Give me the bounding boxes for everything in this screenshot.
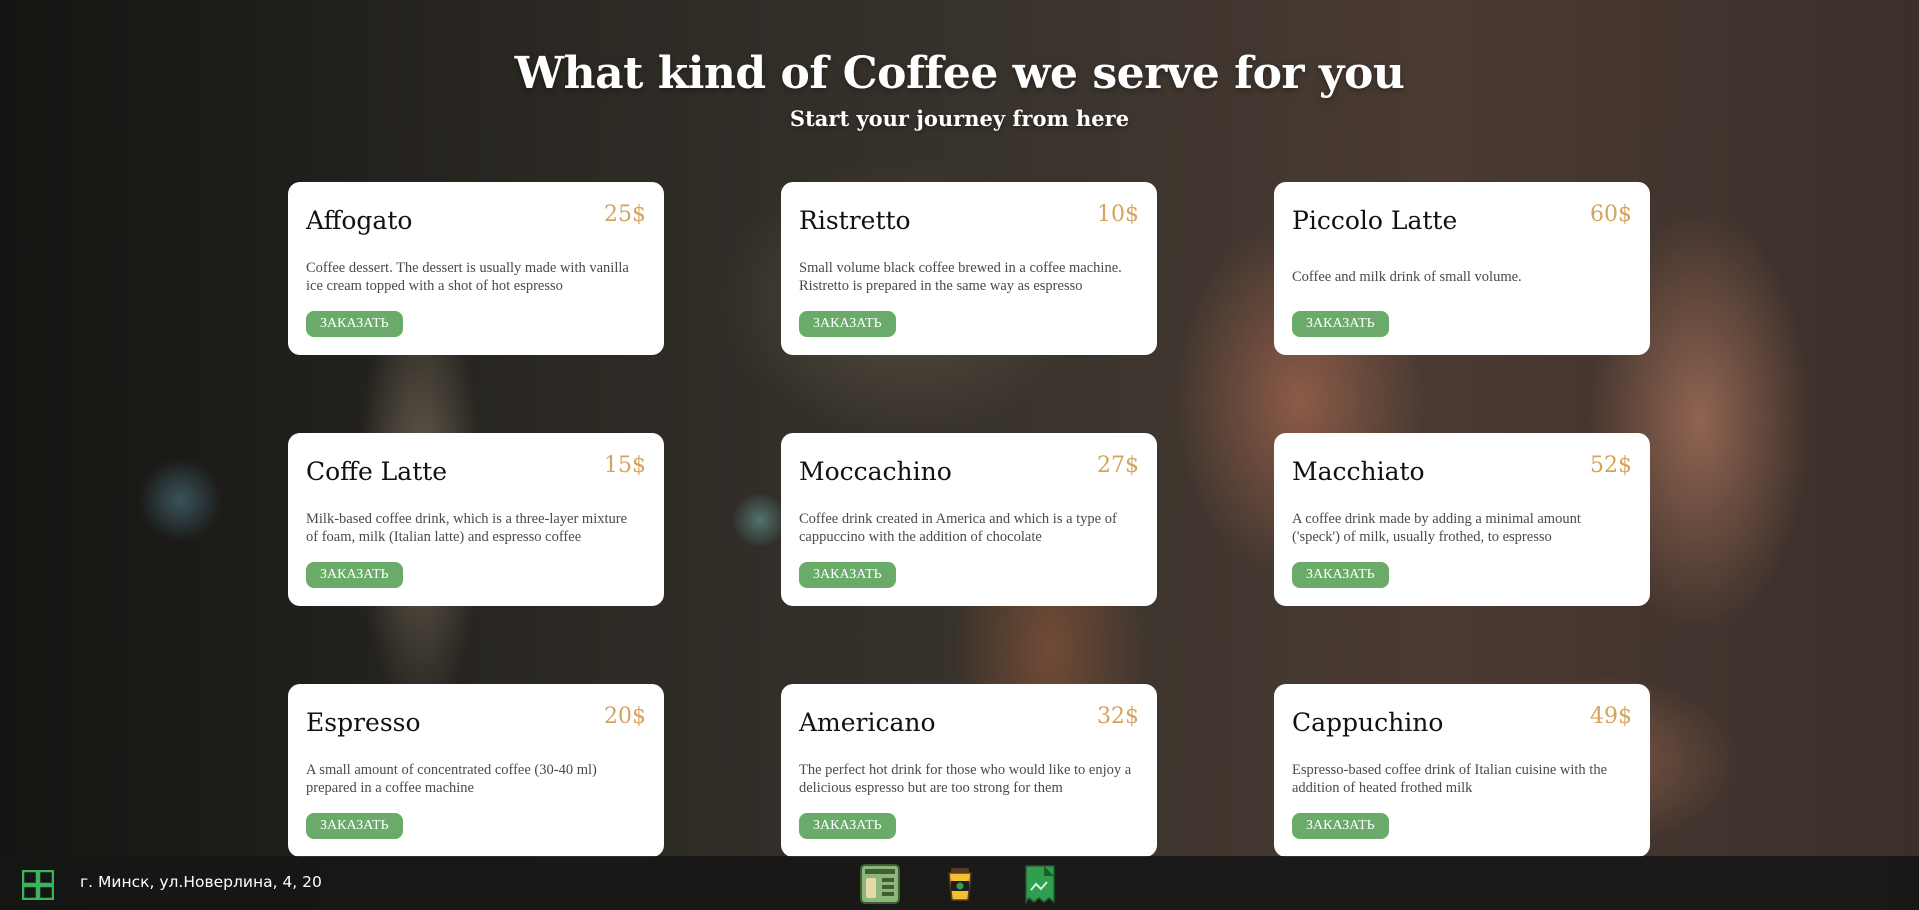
item-name: Americano (799, 708, 936, 737)
menu-card-piccolo-latte: Piccolo Latte 60$ Coffee and milk drink … (1274, 182, 1650, 355)
card-header: Ristretto 10$ (799, 202, 1139, 242)
menu-card-macchiato: Macchiato 52$ A coffee drink made by add… (1274, 433, 1650, 606)
item-price: 49$ (1590, 704, 1632, 729)
item-description: Coffee dessert. The dessert is usually m… (306, 259, 629, 294)
item-price: 27$ (1097, 453, 1139, 478)
item-description: Small volume black coffee brewed in a co… (799, 259, 1122, 294)
taskbar: г. Минск, ул.Новерлина, 4, 20 (0, 856, 1919, 910)
item-description: Coffee and milk drink of small volume. (1292, 268, 1522, 285)
item-description: Milk-based coffee drink, which is a thre… (306, 510, 628, 545)
item-price: 60$ (1590, 202, 1632, 227)
order-button[interactable]: ЗАКАЗАТЬ (306, 562, 403, 588)
order-button[interactable]: ЗАКАЗАТЬ (306, 311, 403, 337)
item-name: Affogato (306, 206, 413, 235)
menu-grid: Affogato 25$ Coffee dessert. The dessert… (288, 182, 1650, 857)
menu-card-americano: Americano 32$ The perfect hot drink for … (781, 684, 1157, 857)
item-price: 10$ (1097, 202, 1139, 227)
card-header: Cappuchino 49$ (1292, 704, 1632, 744)
item-price: 20$ (604, 704, 646, 729)
item-name: Macchiato (1292, 457, 1425, 486)
coffee-cup-icon[interactable] (940, 864, 980, 904)
item-price: 32$ (1097, 704, 1139, 729)
order-button[interactable]: ЗАКАЗАТЬ (1292, 813, 1389, 839)
page-title: What kind of Coffee we serve for you (514, 48, 1405, 99)
card-header: Affogato 25$ (306, 202, 646, 242)
item-description: A coffee drink made by adding a minimal … (1292, 510, 1581, 545)
receipt-icon[interactable] (1020, 864, 1060, 905)
item-price: 25$ (604, 202, 646, 227)
card-header: Coffe Latte 15$ (306, 453, 646, 493)
menu-card-espresso: Espresso 20$ A small amount of concentra… (288, 684, 664, 857)
item-price: 15$ (604, 453, 646, 478)
order-button[interactable]: ЗАКАЗАТЬ (306, 813, 403, 839)
item-name: Moccachino (799, 457, 952, 486)
item-description: A small amount of concentrated coffee (3… (306, 761, 597, 796)
order-button[interactable]: ЗАКАЗАТЬ (1292, 562, 1389, 588)
menu-board-icon[interactable] (860, 864, 900, 904)
item-description: Coffee drink created in America and whic… (799, 510, 1117, 545)
start-menu-icon[interactable] (21, 869, 55, 901)
card-header: Moccachino 27$ (799, 453, 1139, 493)
item-description: Espresso-based coffee drink of Italian c… (1292, 761, 1608, 796)
item-name: Coffe Latte (306, 457, 448, 486)
card-header: Piccolo Latte 60$ (1292, 202, 1632, 242)
menu-card-cappuchino: Cappuchino 49$ Espresso-based coffee dri… (1274, 684, 1650, 857)
item-name: Espresso (306, 708, 421, 737)
order-button[interactable]: ЗАКАЗАТЬ (1292, 311, 1389, 337)
menu-card-moccachino: Moccachino 27$ Coffee drink created in A… (781, 433, 1157, 606)
item-name: Ristretto (799, 206, 911, 235)
menu-card-affogato: Affogato 25$ Coffee dessert. The dessert… (288, 182, 664, 355)
order-button[interactable]: ЗАКАЗАТЬ (799, 311, 896, 337)
address-text: г. Минск, ул.Новерлина, 4, 20 (80, 873, 322, 891)
item-name: Piccolo Latte (1292, 206, 1458, 235)
item-description: The perfect hot drink for those who woul… (799, 761, 1132, 796)
page-subtitle: Start your journey from here (789, 106, 1130, 131)
order-button[interactable]: ЗАКАЗАТЬ (799, 562, 896, 588)
card-header: Americano 32$ (799, 704, 1139, 744)
menu-card-ristretto: Ristretto 10$ Small volume black coffee … (781, 182, 1157, 355)
order-button[interactable]: ЗАКАЗАТЬ (799, 813, 896, 839)
card-header: Espresso 20$ (306, 704, 646, 744)
card-header: Macchiato 52$ (1292, 453, 1632, 493)
item-price: 52$ (1590, 453, 1632, 478)
menu-card-coffe-latte: Coffe Latte 15$ Milk-based coffee drink,… (288, 433, 664, 606)
item-name: Cappuchino (1292, 708, 1444, 737)
